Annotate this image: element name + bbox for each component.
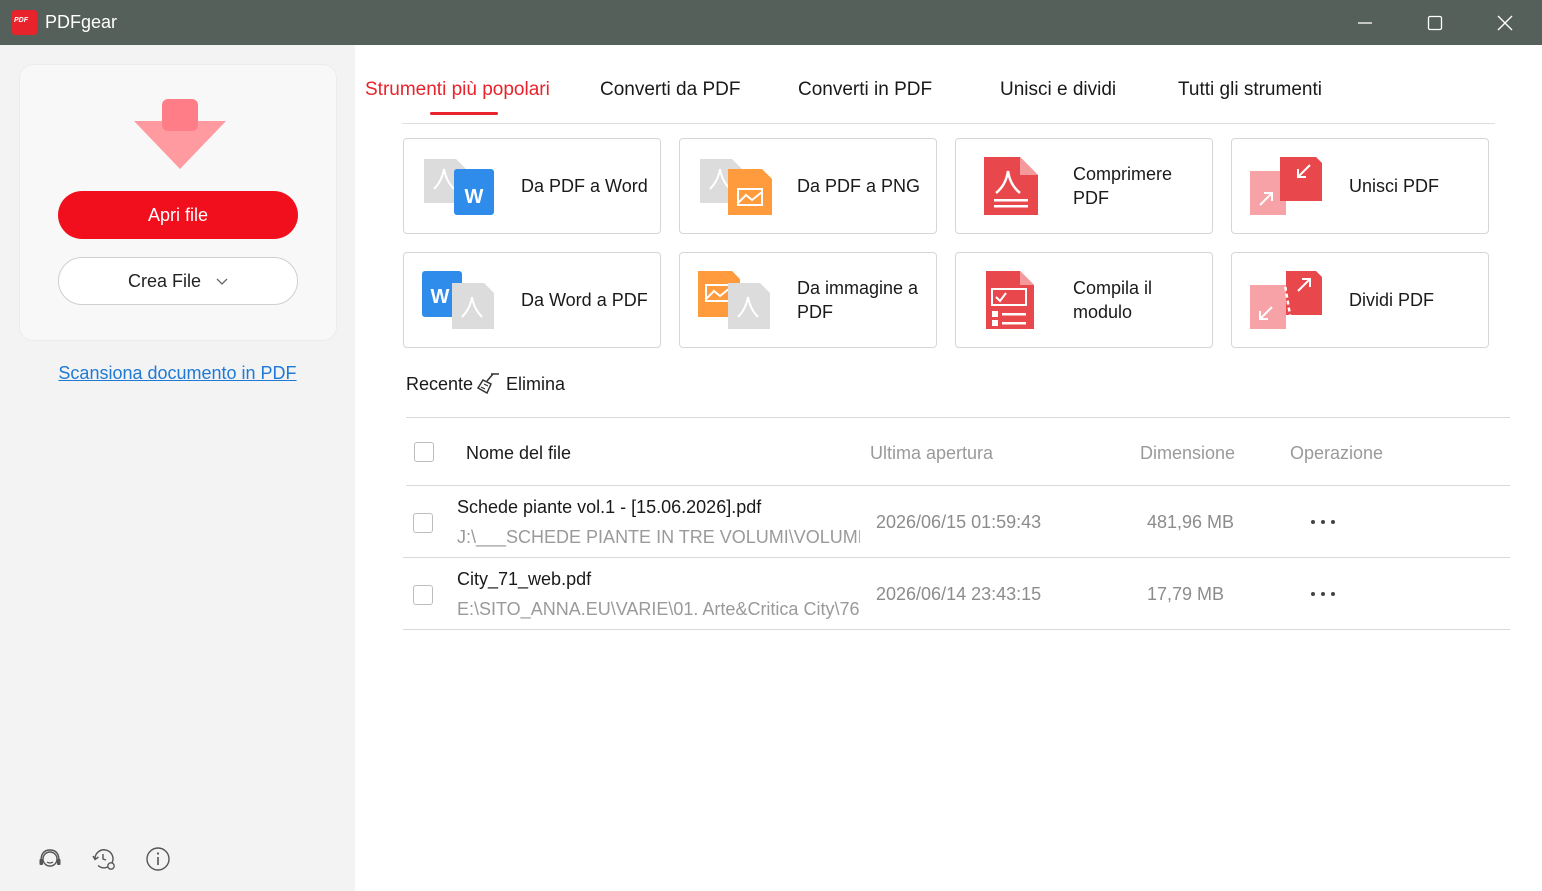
tool-split-pdf[interactable]: Dividi PDF [1231,252,1489,348]
column-header-name[interactable]: Nome del file [466,443,571,464]
column-header-size[interactable]: Dimensione [1140,443,1235,464]
create-file-button[interactable]: Crea File [58,257,298,305]
compress-pdf-icon [984,157,1038,215]
tool-label: Dividi PDF [1349,290,1435,310]
minimize-icon [1358,22,1372,24]
tool-label: Da immagine a PDF [797,278,919,322]
maximize-icon [1427,15,1443,31]
tab-convert-to-pdf[interactable]: Converti in PDF [798,79,932,101]
tool-compress-pdf[interactable]: Comprimere PDF [955,138,1213,234]
tool-label: Comprimere PDF [1073,164,1173,208]
file-size: 17,79 MB [1147,584,1225,604]
tool-image-to-pdf[interactable]: Da immagine a PDF [679,252,937,348]
word-to-pdf-icon: W [422,271,494,329]
tool-fill-form[interactable]: Compila il modulo [955,252,1213,348]
merge-pdf-icon [1250,157,1322,215]
select-all-checkbox[interactable] [414,442,434,462]
maximize-button[interactable] [1400,0,1470,45]
open-file-button[interactable]: Apri file [58,191,298,239]
tool-pdf-to-png[interactable]: Da PDF a PNG [679,138,937,234]
tool-label: Compila il modulo [1073,278,1153,322]
tool-label: Da PDF a Word [521,176,648,196]
header-divider [406,485,1510,486]
tool-label: Unisci PDF [1349,176,1440,196]
row-checkbox[interactable] [413,513,433,533]
more-options-icon[interactable] [1309,589,1339,599]
tool-word-to-pdf[interactable]: W Da Word a PDF [403,252,661,348]
tool-label: Da Word a PDF [521,290,648,310]
tab-merge-split[interactable]: Unisci e dividi [1000,79,1116,101]
file-path: E:\SITO_ANNA.EU\VARIE\01. Arte&Critica C… [457,599,860,619]
pdf-to-png-icon [700,159,772,215]
more-options-icon[interactable] [1309,517,1339,527]
info-icon[interactable] [145,846,171,872]
open-file-card[interactable]: Apri file Crea File [19,64,337,341]
tabs-divider [402,123,1495,124]
file-last-opened: 2026/06/15 01:59:43 [876,512,1042,532]
support-headset-icon[interactable] [37,846,63,872]
recent-label: Recente [406,374,474,394]
svg-text:W: W [465,186,484,208]
column-header-operation: Operazione [1290,443,1384,463]
file-name[interactable]: Schede piante vol.1 - [15.06.2026].pdf [457,497,761,518]
tab-popular-tools[interactable]: Strumenti più popolari [365,79,550,101]
file-last-opened: 2026/06/14 23:43:15 [876,584,1042,604]
create-file-label: Crea File [127,271,201,291]
broom-clear-icon[interactable] [477,372,501,394]
drop-file-arrow-icon [134,99,226,169]
pdf-to-word-icon: W [424,159,494,215]
scan-document-link[interactable]: Scansiona documento in PDF [0,363,355,384]
minimize-button[interactable] [1330,0,1400,45]
svg-text:W: W [431,286,450,308]
delete-recent-button[interactable]: Elimina [506,374,565,395]
image-to-pdf-icon [698,271,770,329]
chevron-down-icon [216,278,228,286]
tool-label: Da PDF a PNG [797,176,921,196]
tool-merge-pdf[interactable]: Unisci PDF [1231,138,1489,234]
column-header-last-opened[interactable]: Ultima apertura [870,443,993,464]
close-button[interactable] [1470,0,1540,45]
recent-top-divider [406,417,1510,418]
title-bar: PDF PDFgear [0,0,1542,45]
tab-convert-from-pdf[interactable]: Converti da PDF [600,79,740,101]
split-pdf-icon [1250,271,1322,329]
row-divider [403,629,1510,630]
app-title: PDFgear [45,12,118,32]
history-settings-icon[interactable] [91,846,117,872]
close-icon [1497,15,1513,31]
pdfgear-logo-icon: PDF [12,10,37,35]
tool-pdf-to-word[interactable]: W Da PDF a Word [403,138,661,234]
file-name[interactable]: City_71_web.pdf [457,569,591,590]
row-checkbox[interactable] [413,585,433,605]
row-divider [403,557,1510,558]
tab-all-tools[interactable]: Tutti gli strumenti [1178,79,1322,101]
active-tab-indicator [430,112,498,115]
tool-tabs: Strumenti più popolari Converti da PDF C… [355,45,1542,125]
fill-form-icon [986,271,1034,329]
file-size: 481,96 MB [1147,512,1235,532]
sidebar: Apri file Crea File Scansiona documento … [0,45,355,891]
file-path: J:\___SCHEDE PIANTE IN TRE VOLUMI\VOLUME… [457,527,860,547]
